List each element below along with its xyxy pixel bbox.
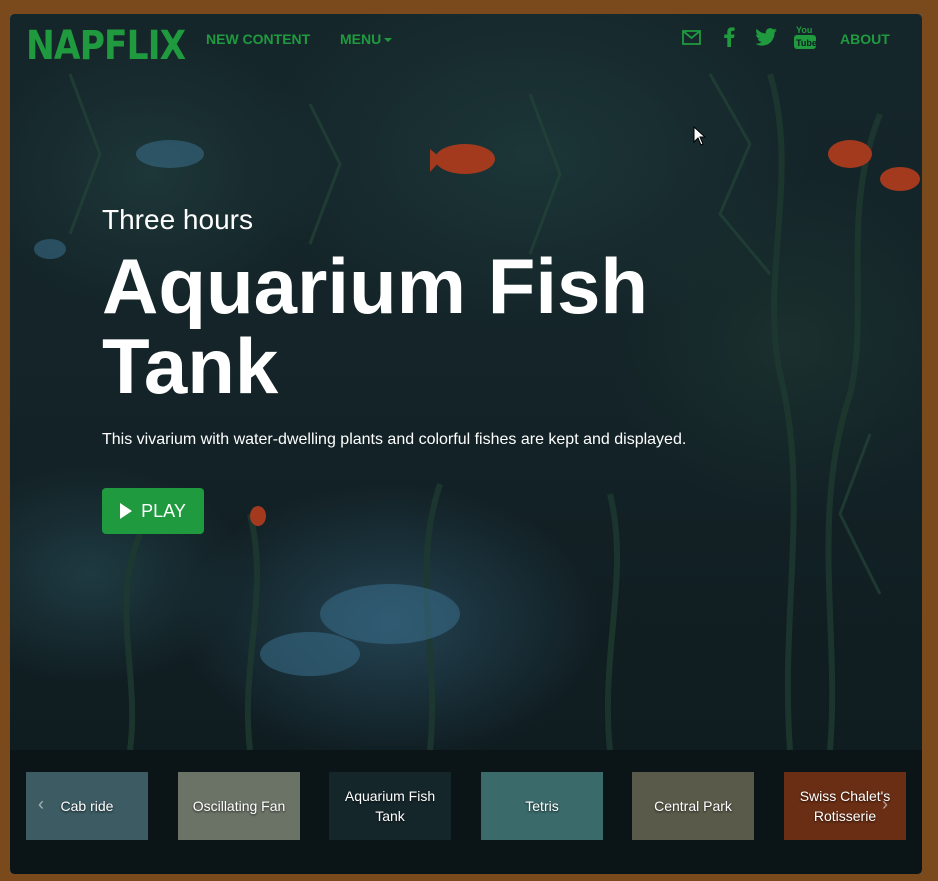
caret-down-icon	[384, 38, 393, 43]
mouse-cursor-icon	[693, 126, 707, 146]
carousel-item-label: Oscillating Fan	[192, 798, 286, 814]
carousel-item-tetris[interactable]: Tetris	[481, 772, 603, 840]
hero-content: Three hours Aquarium Fish Tank This viva…	[102, 204, 722, 450]
video-carousel: Cab ride Oscillating Fan Aquarium Fish T…	[10, 750, 922, 874]
app-window: NAPFLIX NEW CONTENT MENU You Tube ABOUT …	[10, 14, 922, 874]
play-button-label: PLAY	[141, 500, 186, 521]
youtube-icon[interactable]: You Tube	[793, 24, 817, 55]
hero-description: This vivarium with water-dwelling plants…	[102, 431, 687, 448]
chevron-left-icon[interactable]: ‹	[38, 794, 44, 815]
nav-menu-dropdown[interactable]: MENU	[340, 30, 393, 48]
hero-subtitle: Three hours	[102, 204, 253, 235]
top-navigation: NAPFLIX NEW CONTENT MENU You Tube ABOUT	[10, 14, 922, 72]
hero-section: NAPFLIX NEW CONTENT MENU You Tube ABOUT …	[10, 14, 922, 750]
facebook-icon[interactable]	[723, 27, 735, 52]
hero-title: Aquarium Fish Tank	[102, 242, 649, 410]
twitter-icon[interactable]	[755, 28, 777, 51]
carousel-item-label: Central Park	[654, 798, 732, 814]
carousel-item-aquarium-fish-tank[interactable]: Aquarium Fish Tank	[329, 772, 451, 840]
nav-menu-label: MENU	[340, 31, 382, 47]
carousel-item-label: Cab ride	[60, 798, 114, 814]
carousel-item-cab-ride[interactable]: Cab ride	[26, 772, 148, 840]
nav-about[interactable]: ABOUT	[840, 30, 890, 48]
chevron-right-icon[interactable]: ›	[882, 794, 888, 815]
play-button[interactable]: PLAY	[102, 488, 204, 534]
mail-icon[interactable]	[682, 30, 701, 50]
svg-text:You: You	[796, 25, 812, 35]
carousel-item-oscillating-fan[interactable]: Oscillating Fan	[178, 772, 300, 840]
svg-text:Tube: Tube	[796, 38, 817, 48]
nav-new-content[interactable]: NEW CONTENT	[206, 30, 310, 48]
carousel-item-label: Aquarium Fish Tank	[344, 788, 436, 824]
napflix-logo[interactable]: NAPFLIX	[26, 24, 186, 68]
play-icon	[120, 503, 133, 519]
carousel-item-central-park[interactable]: Central Park	[632, 772, 754, 840]
carousel-item-label: Tetris	[525, 798, 559, 814]
